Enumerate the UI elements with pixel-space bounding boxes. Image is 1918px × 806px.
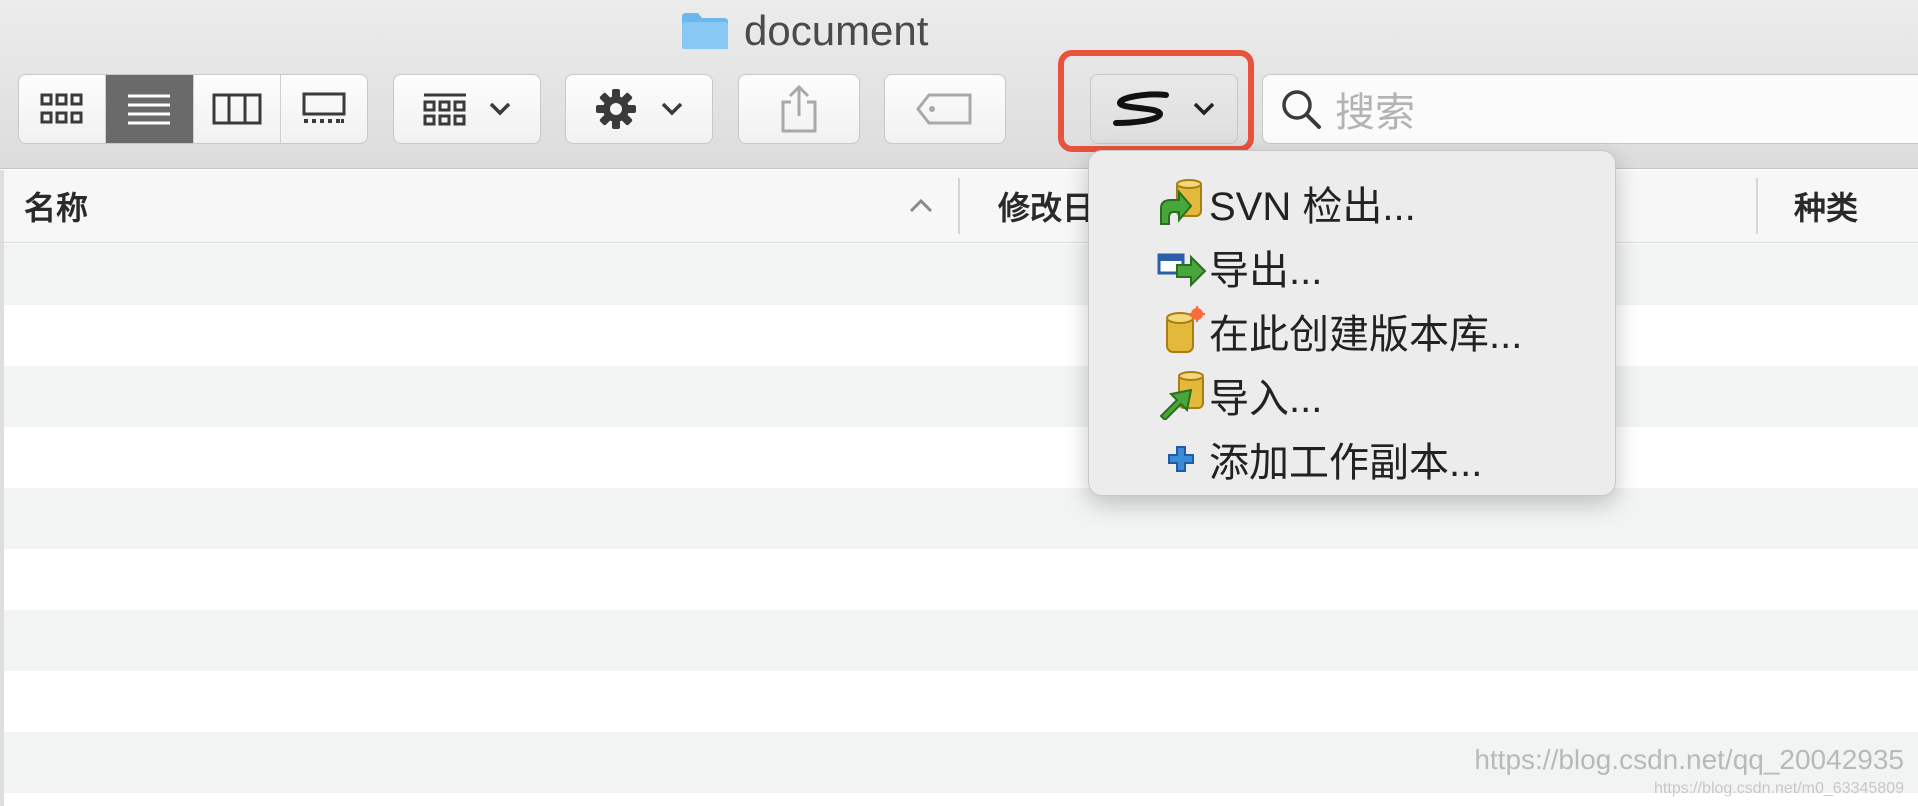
list-view-button[interactable] [106,75,194,143]
column-header-name[interactable]: 名称 [24,170,88,242]
list-row [4,244,1918,305]
tag-icon [916,93,972,125]
finder-toolbar: document 搜索 [0,0,1918,169]
watermark: https://blog.csdn.net/qq_20042935 [1474,744,1904,775]
column-header-row: 名称 修改日 种类 [0,170,1918,243]
menu-item-label: 添加工作副本... [1209,441,1483,485]
share-button[interactable] [738,74,860,144]
menu-item-label: 导出... [1209,249,1323,293]
view-mode-segmented-control [18,74,368,144]
menu-item-export[interactable]: 导出... [1089,235,1615,299]
export-icon [1157,253,1207,287]
share-icon [781,84,817,133]
menu-item-create-repository[interactable]: 在此创建版本库... [1089,299,1615,363]
folder-icon [682,13,728,49]
list-row [4,305,1918,366]
list-row [4,549,1918,610]
column-header-kind[interactable]: 种类 [1794,170,1858,242]
import-icon [1159,371,1204,420]
menu-item-add-working-copy[interactable]: 添加工作副本... [1089,427,1615,491]
column-view-button[interactable] [194,75,281,143]
list-row [4,610,1918,671]
svn-checkout-icon [1160,179,1202,225]
list-row [4,488,1918,549]
column-header-date-modified[interactable]: 修改日 [998,170,1094,242]
window-title-text: document [744,7,929,54]
list-row [4,671,1918,732]
tag-button[interactable] [884,74,1006,144]
search-icon [1282,90,1321,129]
menu-item-import[interactable]: 导入... [1089,363,1615,427]
menu-item-label: 导入... [1209,377,1323,421]
icon-view-button[interactable] [19,75,107,143]
menu-item-label: 在此创建版本库... [1209,313,1523,357]
list-row [4,366,1918,427]
gallery-view-button[interactable] [281,75,367,143]
action-button[interactable] [565,74,713,144]
list-view-icon [128,94,171,125]
column-divider[interactable] [1756,178,1758,234]
list-row [4,427,1918,488]
create-repository-icon [1166,306,1205,353]
watermark-secondary: https://blog.csdn.net/m0_63345809 [1654,780,1904,797]
svn-dropdown-menu: SVN 检出... 导出... 在此创建版本库... 导入... 添加工作副本.… [1088,150,1616,496]
sort-ascending-icon[interactable] [908,198,934,214]
chevron-down-icon [489,102,511,116]
group-by-icon [423,93,466,126]
menu-item-svn-checkout[interactable]: SVN 检出... [1089,171,1615,235]
search-field[interactable]: 搜索 [1262,74,1918,144]
file-list [4,244,1918,793]
add-working-copy-icon [1168,446,1194,472]
menu-item-label: SVN 检出... [1209,185,1416,229]
icon-view-icon [40,93,83,124]
gallery-view-icon [302,92,346,123]
window-title: document [680,7,929,54]
group-by-button[interactable] [393,74,541,144]
column-view-icon [212,93,262,125]
search-placeholder: 搜索 [1335,91,1415,135]
chevron-down-icon [661,102,683,116]
gear-icon [596,89,636,129]
column-divider[interactable] [958,178,960,234]
svn-button-highlight [1058,50,1254,152]
